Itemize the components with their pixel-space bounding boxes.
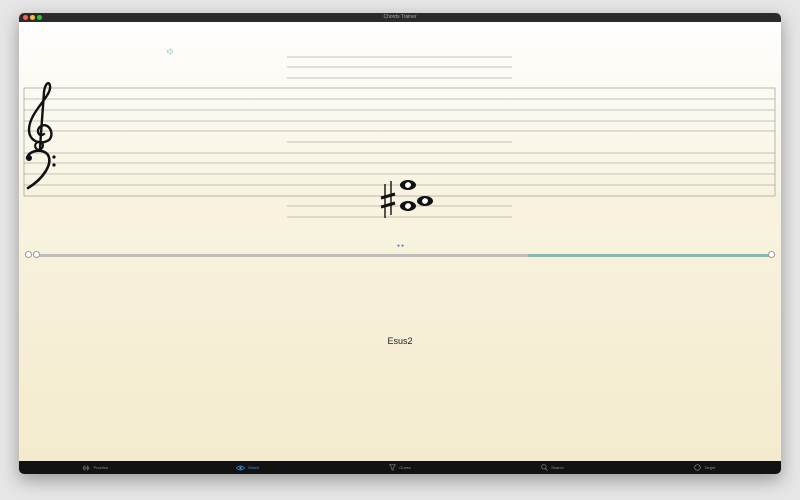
tab-label: Watch [248,465,260,470]
tab-guess[interactable]: Guess [324,461,476,474]
slider-start-handle[interactable] [25,251,32,258]
tab-target[interactable]: Target [629,461,781,474]
note-head [417,196,433,206]
title-bar: Chords Trainer [19,13,781,22]
tab-label: Target [704,465,716,470]
window-title: Chords Trainer [383,14,417,20]
slider-secondary-handle[interactable] [33,251,40,258]
tab-label: Search [551,465,564,470]
grand-staff [23,56,776,218]
tab-search[interactable]: Search [476,461,628,474]
slider-end-handle[interactable] [768,251,775,258]
tab-watch[interactable]: Watch [171,461,323,474]
chord-name: Esus2 [387,336,413,346]
tab-practice[interactable]: Practice [19,461,171,474]
note-head [400,180,416,190]
waveform-icon [82,464,91,471]
progress-slider[interactable] [25,249,775,261]
search-icon [541,464,548,471]
funnel-icon [389,464,397,471]
slider-fill [528,254,769,257]
note-head [400,201,416,211]
target-icon [694,464,701,471]
tab-bar: Practice Watch Guess Search Target [19,461,781,474]
chord-notes [400,180,433,211]
eye-icon [236,465,246,470]
treble-clef-icon [27,81,53,152]
main-content: ●● Esus2 [19,22,781,467]
bass-clef-icon [25,149,56,190]
sharp-icon [380,181,396,218]
tab-label: Guess [399,465,411,470]
app-window: Chords Trainer ●● Esus2 Practice Watch G… [19,13,781,474]
tab-label: Practice [93,465,108,470]
